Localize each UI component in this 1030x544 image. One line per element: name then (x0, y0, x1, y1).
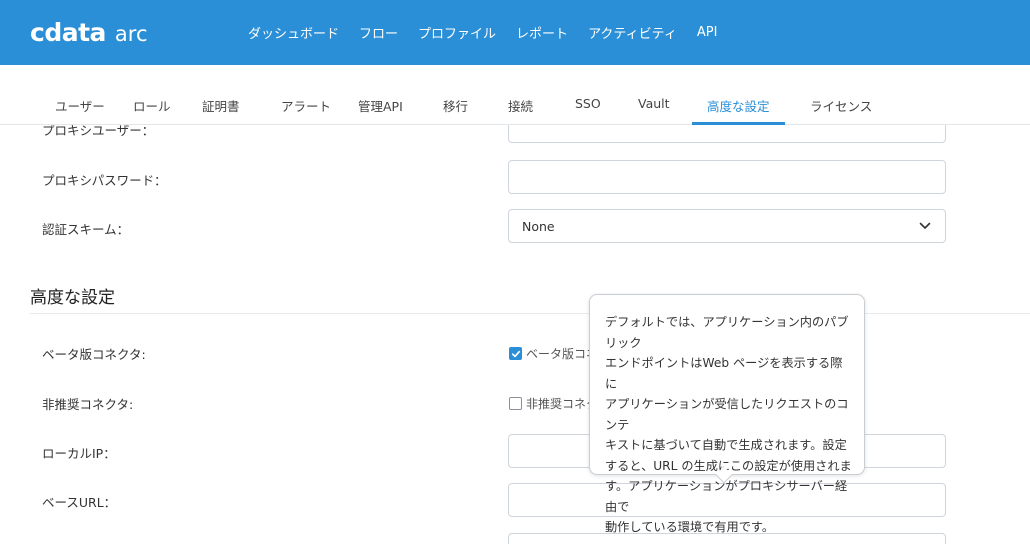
nav-profile[interactable]: プロファイル (418, 23, 496, 42)
auth-scheme-value: None (522, 219, 555, 234)
tab-advanced-settings[interactable]: 高度な設定 (707, 96, 770, 115)
chevron-down-icon (919, 222, 931, 229)
nav-dashboard[interactable]: ダッシュボード (248, 23, 339, 42)
nav-reports[interactable]: レポート (516, 23, 568, 42)
checkmark-icon (511, 350, 520, 357)
settings-content[interactable]: プロキシユーザー： プロキシパスワード： 認証スキーム： None 高度な設定 … (0, 125, 1030, 544)
deprecated-connector-checkbox[interactable] (509, 397, 522, 410)
app-logo[interactable]: cdata arc (30, 18, 148, 47)
tooltip-text: デフォルトでは、アプリケーション内のパブリック エンドポイントはWeb ページを… (605, 315, 852, 534)
top-header: cdata arc ダッシュボード フロー プロファイル レポート アクティビテ… (0, 0, 1030, 65)
nav-api[interactable]: API (697, 25, 718, 40)
advanced-settings-heading: 高度な設定 (30, 288, 115, 308)
local-ip-label: ローカルIP： (42, 446, 116, 461)
deprecated-connector-label: 非推奨コネクタ: (42, 397, 134, 412)
tab-sso[interactable]: SSO (575, 96, 601, 111)
tab-admin-api[interactable]: 管理API (358, 96, 403, 115)
tab-roles[interactable]: ロール (133, 96, 171, 115)
beta-connector-checkbox[interactable] (509, 347, 522, 360)
section-divider (30, 313, 1030, 314)
nav-flows[interactable]: フロー (359, 23, 398, 42)
auth-scheme-select[interactable]: None (508, 209, 946, 243)
beta-connector-label: ベータ版コネクタ: (42, 347, 146, 362)
nav-activity[interactable]: アクティビティ (588, 23, 677, 42)
auth-scheme-label: 認証スキーム： (42, 222, 130, 237)
tab-migration[interactable]: 移行 (443, 96, 468, 115)
tab-certificates[interactable]: 証明書 (202, 96, 240, 115)
proxy-password-input[interactable] (508, 160, 946, 194)
proxy-password-label: プロキシパスワード： (42, 173, 167, 188)
tab-alerts[interactable]: アラート (281, 96, 331, 115)
tab-connections[interactable]: 接続 (508, 96, 533, 115)
logo-product: arc (114, 22, 148, 46)
tab-users[interactable]: ユーザー (55, 96, 105, 115)
tab-license[interactable]: ライセンス (810, 96, 872, 115)
proxy-user-label: プロキシユーザー： (42, 125, 155, 138)
tab-vault[interactable]: Vault (638, 96, 670, 111)
settings-tabs: ユーザー ロール 証明書 アラート 管理API 移行 接続 SSO Vault … (0, 65, 1030, 125)
proxy-user-input[interactable] (508, 125, 946, 143)
base-url-help-tooltip: デフォルトでは、アプリケーション内のパブリック エンドポイントはWeb ページを… (589, 294, 865, 534)
logo-brand: cdata (30, 18, 106, 47)
base-url-label: ベースURL： (42, 495, 117, 510)
main-nav: ダッシュボード フロー プロファイル レポート アクティビティ API (238, 0, 727, 65)
